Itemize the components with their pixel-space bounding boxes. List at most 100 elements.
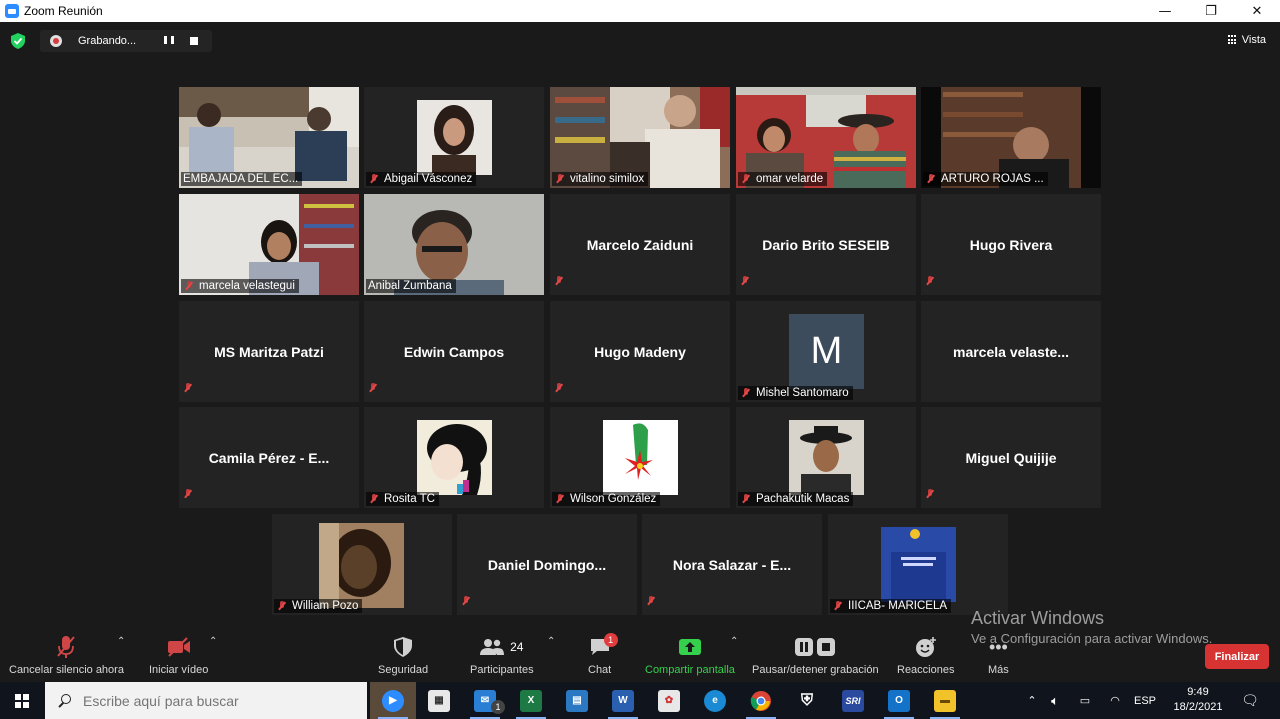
paint-icon: ✿ [658, 689, 680, 712]
taskbar-clock[interactable]: 9:49 18/2/2021 [1168, 685, 1228, 715]
pause-stop-icon [795, 638, 836, 656]
taskbar-search[interactable] [45, 682, 367, 719]
participant-name-label: William Pozo [274, 599, 363, 613]
participant-photo [603, 420, 678, 495]
participant-photo [417, 420, 492, 495]
sri-icon: SRI [842, 689, 864, 712]
video-tile[interactable]: MS Maritza Patzi [179, 301, 359, 402]
video-tile[interactable]: Hugo Madeny [550, 301, 730, 402]
video-tile[interactable]: Abigail Vásconez [364, 87, 544, 188]
search-input[interactable] [83, 692, 353, 709]
video-tile[interactable]: EMBAJADA DEL EC... [179, 87, 359, 188]
reactions-button[interactable]: Reacciones [897, 634, 954, 676]
active-speaker-tile[interactable]: Anibal Zumbana [364, 194, 544, 295]
folder-icon: ▬ [934, 689, 956, 712]
view-button[interactable]: Vista [1227, 34, 1266, 46]
taskbar-explorer-app[interactable]: ▬ [922, 682, 968, 719]
video-tile[interactable]: Edwin Campos [364, 301, 544, 402]
clock-date: 18/2/2021 [1173, 701, 1223, 713]
taskbar-security-app[interactable]: ⛨ [784, 682, 830, 719]
participant-name: Miguel Quijije [965, 449, 1057, 466]
video-tile[interactable]: marcela velastegui [179, 194, 359, 295]
video-tile[interactable]: Nora Salazar - E... [642, 514, 822, 615]
video-tile[interactable]: William Pozo [272, 514, 452, 615]
muted-mic-icon [182, 488, 194, 500]
muted-mic-icon [367, 382, 379, 394]
participant-name-label: vitalino similox [552, 172, 649, 186]
volume-icon[interactable]: 🔈︎ [1040, 693, 1070, 709]
minimize-button[interactable]: — [1142, 0, 1188, 22]
input-language[interactable]: ESP [1130, 695, 1160, 707]
security-shield-icon [394, 637, 413, 657]
video-tile[interactable]: marcela velaste... [921, 301, 1101, 402]
taskbar-edge-app[interactable]: e [692, 682, 738, 719]
word-icon: W [612, 689, 634, 712]
video-tile[interactable]: Dario Brito SESEIB [736, 194, 916, 295]
taskbar-screen-app[interactable]: ▤ [554, 682, 600, 719]
participant-name-label: Rosita TC [366, 492, 439, 506]
participant-name-label: IIICAB- MARICELA [830, 599, 952, 613]
participants-options-caret-icon[interactable]: ⌃ [547, 636, 555, 647]
unmute-button[interactable]: Cancelar silencio ahora [9, 634, 124, 676]
zoom-app-icon [5, 4, 19, 18]
participant-name: marcela velaste... [953, 343, 1069, 360]
notifications-icon[interactable]: 🗨︎ [1238, 682, 1262, 719]
participant-photo [319, 523, 404, 608]
chat-button[interactable]: 1 Chat [588, 633, 618, 676]
muted-mic-icon [740, 387, 752, 399]
encryption-shield-icon[interactable] [11, 33, 25, 49]
stop-recording-icon[interactable] [190, 37, 198, 45]
video-tile[interactable]: omar velarde [736, 87, 916, 188]
video-tile[interactable]: Marcelo Zaiduni [550, 194, 730, 295]
video-tile[interactable]: vitalino similox [550, 87, 730, 188]
muted-mic-icon [739, 275, 751, 287]
video-tile[interactable]: Hugo Rivera [921, 194, 1101, 295]
video-tile[interactable]: Miguel Quijije [921, 407, 1101, 508]
participant-name: Hugo Rivera [969, 236, 1053, 253]
battery-icon[interactable]: ▭ [1070, 694, 1100, 707]
muted-mic-icon [832, 600, 844, 612]
end-meeting-button[interactable]: Finalizar [1205, 644, 1269, 669]
taskbar-chrome-app[interactable] [738, 682, 784, 719]
show-hidden-icons-chevron-icon[interactable]: ⌃ [1024, 694, 1040, 707]
recording-indicator: Grabando... [40, 30, 212, 52]
start-button[interactable] [0, 682, 44, 719]
video-tile[interactable]: M Mishel Santomaro [736, 301, 916, 402]
participant-name-label: Pachakutik Macas [738, 492, 854, 506]
security-button[interactable]: Seguridad [378, 634, 428, 676]
taskbar-sri-app[interactable]: SRI [830, 682, 876, 719]
close-button[interactable]: ✕ [1234, 0, 1280, 22]
windows-logo-icon [15, 693, 29, 708]
video-options-caret-icon[interactable]: ⌃ [209, 636, 217, 647]
participant-name-label: marcela velastegui [181, 279, 299, 293]
taskbar-word-app[interactable]: W [600, 682, 646, 719]
video-tile[interactable]: Wilson González [550, 407, 730, 508]
pause-recording-icon[interactable] [164, 36, 174, 46]
video-tile[interactable]: Camila Pérez - E... [179, 407, 359, 508]
avatar: M [789, 314, 864, 389]
participants-button[interactable]: 24 Participantes [470, 634, 534, 676]
video-tile[interactable]: ARTURO ROJAS ... [921, 87, 1101, 188]
taskbar-zoom-app[interactable]: ▶ [370, 682, 416, 719]
pause-stop-recording-button[interactable]: Pausar/detener grabación [752, 634, 879, 676]
taskbar-store-app[interactable]: ▦ [416, 682, 462, 719]
participant-name: Edwin Campos [403, 343, 505, 360]
muted-mic-icon [924, 488, 936, 500]
start-video-button[interactable]: Iniciar vídeo [149, 634, 208, 676]
audio-options-caret-icon[interactable]: ⌃ [117, 636, 125, 647]
share-options-caret-icon[interactable]: ⌃ [730, 636, 738, 647]
share-screen-button[interactable]: Compartir pantalla [645, 634, 735, 676]
muted-mic-icon [553, 382, 565, 394]
video-tile[interactable]: Daniel Domingo... [457, 514, 637, 615]
video-tile[interactable]: Rosita TC [364, 407, 544, 508]
muted-microphone-icon [57, 636, 76, 658]
video-tile[interactable]: Pachakutik Macas [736, 407, 916, 508]
restore-button[interactable]: ❐ [1188, 0, 1234, 22]
taskbar-mail-app[interactable]: ✉ 1 [462, 682, 508, 719]
wifi-icon[interactable]: ◠ [1100, 694, 1130, 707]
taskbar-paint-app[interactable]: ✿ [646, 682, 692, 719]
taskbar-outlook-app[interactable]: O [876, 682, 922, 719]
participant-name-label: EMBAJADA DEL EC... [181, 172, 303, 186]
taskbar-excel-app[interactable]: X [508, 682, 554, 719]
video-tile[interactable]: IIICAB- MARICELA [828, 514, 1008, 615]
